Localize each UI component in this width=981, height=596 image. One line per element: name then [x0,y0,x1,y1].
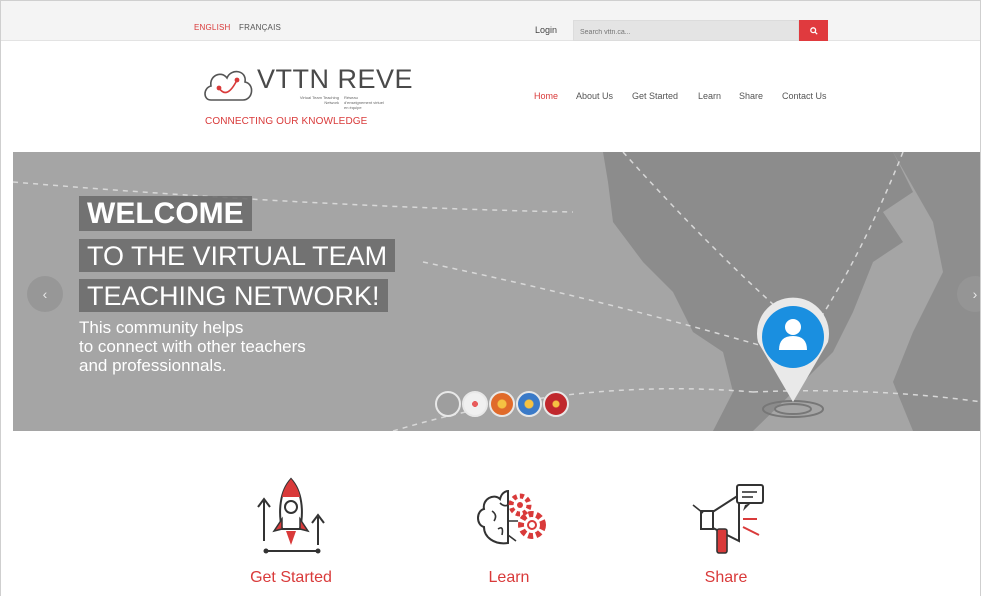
feature-label[interactable]: Learn [449,569,569,587]
language-french-link[interactable]: FRANÇAIS [239,23,281,32]
megaphone-icon [692,484,764,554]
hero-headline-1: WELCOME [79,196,252,231]
hero-headline-2: TO THE VIRTUAL TEAM [79,239,396,272]
nav-about-us[interactable]: About Us [576,91,613,101]
slide-thumb-2[interactable] [462,391,488,417]
hero-description: This community helps to connect with oth… [79,318,419,375]
slider-prev-button[interactable]: ‹ [27,276,63,312]
feature-icon-wrap [464,471,554,561]
search-input[interactable] [574,23,798,42]
feature-learn[interactable]: Learn [449,471,569,587]
feature-icon-wrap [681,471,771,561]
search-box [573,20,799,42]
hero-slider: WELCOME TO THE VIRTUAL TEAM TEACHING NET… [13,152,980,431]
slide-thumb-5[interactable] [543,391,569,417]
nav-contact-us[interactable]: Contact Us [782,91,827,101]
logo-subtitle-en: Virtual Team Teaching Network [299,95,339,105]
search-button[interactable] [799,20,828,41]
hero-description-line-3: and professionnals. [79,356,227,375]
search-icon [809,26,818,35]
feature-get-started[interactable]: Get Started [231,471,351,587]
slide-thumb-1[interactable] [435,391,461,417]
nav-learn[interactable]: Learn [698,91,721,101]
chevron-right-icon: › [972,286,978,302]
chevron-left-icon: ‹ [42,286,48,302]
feature-label[interactable]: Share [666,569,786,587]
logo-title: VTTN REVE [257,64,414,94]
hero-headline-3: TEACHING NETWORK! [79,279,388,312]
feature-icon-wrap [246,471,336,561]
nav-home[interactable]: Home [534,91,558,101]
rocket-icon [257,477,325,554]
logo-mark-icon [204,70,253,101]
slider-thumbnails [435,391,569,417]
login-link[interactable]: Login [535,25,557,35]
tagline: CONNECTING OUR KNOWLEDGE [205,116,368,127]
language-english-link[interactable]: ENGLISH [194,23,231,32]
page: ENGLISH FRANÇAIS Login VTTN REVE Virtual… [0,0,981,596]
hero-description-line-1: This community helps [79,318,244,337]
slide-thumb-3[interactable] [489,391,515,417]
logo-subtitle-fr: Réseau d'enseignement virtuel en équipe [344,95,384,110]
nav-get-started[interactable]: Get Started [632,91,678,101]
hero-description-line-2: to connect with other teachers [79,337,306,356]
top-bar: ENGLISH FRANÇAIS Login [1,1,980,42]
site-header: VTTN REVE Virtual Team Teaching Network … [1,42,980,152]
brain-gears-icon [477,489,546,545]
nav-share[interactable]: Share [739,91,763,101]
feature-label[interactable]: Get Started [231,569,351,587]
feature-share[interactable]: Share [666,471,786,587]
slide-thumb-4[interactable] [516,391,542,417]
